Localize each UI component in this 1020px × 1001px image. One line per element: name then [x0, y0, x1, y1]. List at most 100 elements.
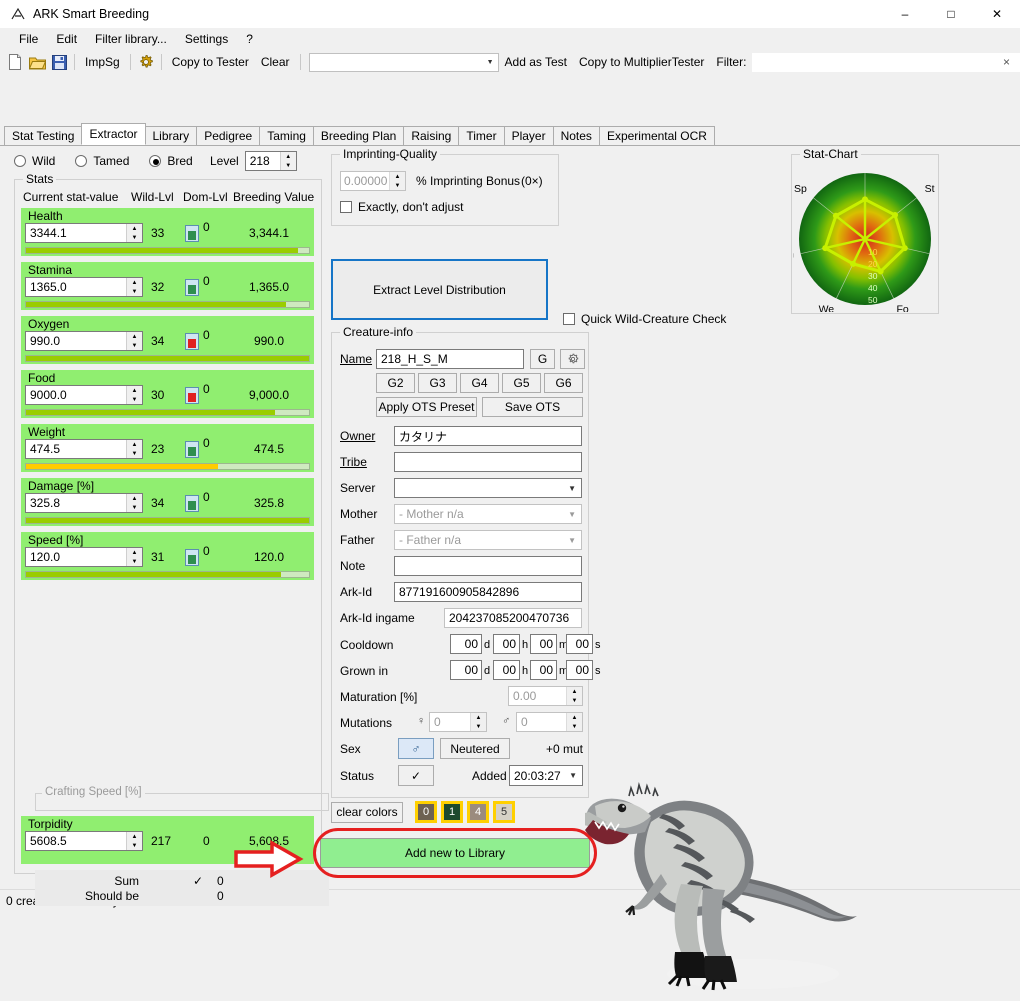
radio-tamed[interactable]: Tamed — [75, 154, 129, 168]
menu-item-file[interactable]: File — [10, 30, 47, 48]
filter-input[interactable]: × — [752, 52, 1020, 72]
stat-lock-toggle[interactable] — [185, 387, 199, 404]
color-swatch-4[interactable]: 4 — [467, 801, 489, 823]
father-select[interactable]: - Father n/a ▼ — [394, 530, 582, 550]
stat-value-input[interactable]: 325.8 ▲ ▼ — [25, 493, 143, 513]
exactly-dont-adjust-checkbox[interactable]: Exactly, don't adjust — [340, 200, 463, 214]
stepper-arrows[interactable]: ▲ ▼ — [126, 832, 142, 850]
neutered-button[interactable]: Neutered — [440, 738, 510, 759]
tab-library[interactable]: Library — [144, 126, 198, 145]
server-select[interactable]: ▼ — [394, 478, 582, 498]
save-icon[interactable] — [48, 52, 70, 72]
add-new-to-library-button[interactable]: Add new to Library — [320, 838, 590, 868]
mutations-paternal-stepper[interactable]: 0 ▲ ▼ — [516, 712, 583, 732]
g5-button[interactable]: G5 — [502, 373, 541, 393]
tab-experimental-ocr[interactable]: Experimental OCR — [598, 126, 715, 145]
color-swatch-5[interactable]: 5 — [493, 801, 515, 823]
tribe-input[interactable] — [394, 452, 582, 472]
stat-value-input[interactable]: 3344.1 ▲ ▼ — [25, 223, 143, 243]
maturation-stepper[interactable]: 0.00 ▲ ▼ — [508, 686, 583, 706]
arkid-input[interactable]: 877191600905842896 — [394, 582, 582, 602]
name-settings-gear-icon[interactable] — [560, 349, 585, 369]
tab-player[interactable]: Player — [503, 126, 554, 145]
menu-item-help[interactable]: ? — [237, 30, 262, 48]
g6-button[interactable]: G6 — [544, 373, 583, 393]
stat-value-input[interactable]: 474.5 ▲ ▼ — [25, 439, 143, 459]
gear-icon[interactable] — [135, 52, 157, 72]
stat-lock-toggle[interactable] — [185, 549, 199, 566]
tab-notes[interactable]: Notes — [552, 126, 600, 145]
color-swatch-1[interactable]: 1 — [441, 801, 463, 823]
g2-button[interactable]: G2 — [376, 373, 415, 393]
stepper-arrows[interactable]: ▲ ▼ — [389, 172, 405, 190]
note-input[interactable] — [394, 556, 582, 576]
stepper-arrows[interactable]: ▲ ▼ — [566, 713, 582, 731]
extract-level-distribution-button[interactable]: Extract Level Distribution — [331, 259, 548, 320]
clear-colors-button[interactable]: clear colors — [331, 801, 403, 823]
stat-value-input[interactable]: 990.0 ▲ ▼ — [25, 331, 143, 351]
stepper-arrows[interactable]: ▲ ▼ — [126, 386, 142, 404]
tab-raising[interactable]: Raising — [403, 126, 460, 145]
tab-pedigree[interactable]: Pedigree — [196, 126, 261, 145]
grown-in-seconds[interactable]: 00 — [566, 660, 593, 680]
radio-wild[interactable]: Wild — [14, 154, 55, 168]
close-button[interactable]: ✕ — [974, 0, 1020, 28]
clear-button[interactable]: Clear — [255, 53, 296, 71]
toolbar-combo[interactable]: ▼ — [308, 52, 499, 72]
open-folder-icon[interactable] — [26, 52, 48, 72]
level-stepper[interactable]: 218 ▲ ▼ — [244, 151, 297, 171]
menu-item-filter-library[interactable]: Filter library... — [86, 30, 176, 48]
mutations-maternal-stepper[interactable]: 0 ▲ ▼ — [429, 712, 487, 732]
cooldown-days[interactable]: 00 — [450, 634, 482, 654]
tab-breeding-plan[interactable]: Breeding Plan — [312, 126, 405, 145]
quick-wild-creature-check-checkbox[interactable]: Quick Wild-Creature Check — [563, 312, 726, 326]
sex-toggle-button[interactable]: ♂ — [398, 738, 434, 759]
color-swatch-0[interactable]: 0 — [415, 801, 437, 823]
owner-input[interactable]: カタリナ — [394, 426, 582, 446]
stat-lock-toggle[interactable] — [185, 441, 199, 458]
stepper-arrows[interactable]: ▲ ▼ — [126, 548, 142, 566]
save-ots-button[interactable]: Save OTS — [482, 397, 583, 417]
g4-button[interactable]: G4 — [460, 373, 499, 393]
imprinting-value-stepper[interactable]: 0.00000 ▲ ▼ — [340, 171, 406, 191]
tab-extractor[interactable]: Extractor — [81, 123, 146, 145]
copy-to-multipliertester-button[interactable]: Copy to MultiplierTester — [573, 53, 710, 71]
cooldown-hours[interactable]: 00 — [493, 634, 520, 654]
name-input[interactable]: 218_H_S_M — [376, 349, 524, 369]
added-select[interactable]: 20:03:27 ▼ — [509, 765, 583, 786]
impsg-button[interactable]: ImpSg — [79, 53, 126, 71]
stat-value-input[interactable]: 9000.0 ▲ ▼ — [25, 385, 143, 405]
tab-timer[interactable]: Timer — [458, 126, 505, 145]
stepper-arrows[interactable]: ▲ ▼ — [279, 152, 296, 170]
new-file-icon[interactable] — [4, 52, 26, 72]
stepper-arrows[interactable]: ▲ ▼ — [126, 224, 142, 242]
apply-ots-preset-button[interactable]: Apply OTS Preset — [376, 397, 477, 417]
maximize-button[interactable]: □ — [928, 0, 974, 28]
filter-clear-icon[interactable]: × — [1003, 55, 1010, 69]
stat-value-input[interactable]: 5608.5 ▲ ▼ — [25, 831, 143, 851]
stepper-arrows[interactable]: ▲ ▼ — [126, 494, 142, 512]
mother-select[interactable]: - Mother n/a ▼ — [394, 504, 582, 524]
status-toggle-button[interactable]: ✓ — [398, 765, 434, 786]
menu-item-settings[interactable]: Settings — [176, 30, 237, 48]
stat-lock-toggle[interactable] — [185, 225, 199, 242]
cooldown-minutes[interactable]: 00 — [530, 634, 557, 654]
stepper-arrows[interactable]: ▲ ▼ — [126, 332, 142, 350]
grown-in-minutes[interactable]: 00 — [530, 660, 557, 680]
tab-taming[interactable]: Taming — [259, 126, 314, 145]
stat-lock-toggle[interactable] — [185, 279, 199, 296]
stepper-arrows[interactable]: ▲ ▼ — [470, 713, 486, 731]
menu-item-edit[interactable]: Edit — [47, 30, 86, 48]
stat-value-input[interactable]: 1365.0 ▲ ▼ — [25, 277, 143, 297]
g3-button[interactable]: G3 — [418, 373, 457, 393]
tab-stat-testing[interactable]: Stat Testing — [4, 126, 83, 145]
generate-name-button[interactable]: G — [530, 349, 555, 369]
cooldown-seconds[interactable]: 00 — [566, 634, 593, 654]
stat-lock-toggle[interactable] — [185, 495, 199, 512]
grown-in-hours[interactable]: 00 — [493, 660, 520, 680]
radio-bred[interactable]: Bred — [149, 154, 193, 168]
stepper-arrows[interactable]: ▲ ▼ — [126, 440, 142, 458]
stepper-arrows[interactable]: ▲ ▼ — [566, 687, 582, 705]
minimize-button[interactable]: – — [882, 0, 928, 28]
copy-to-tester-button[interactable]: Copy to Tester — [166, 53, 255, 71]
